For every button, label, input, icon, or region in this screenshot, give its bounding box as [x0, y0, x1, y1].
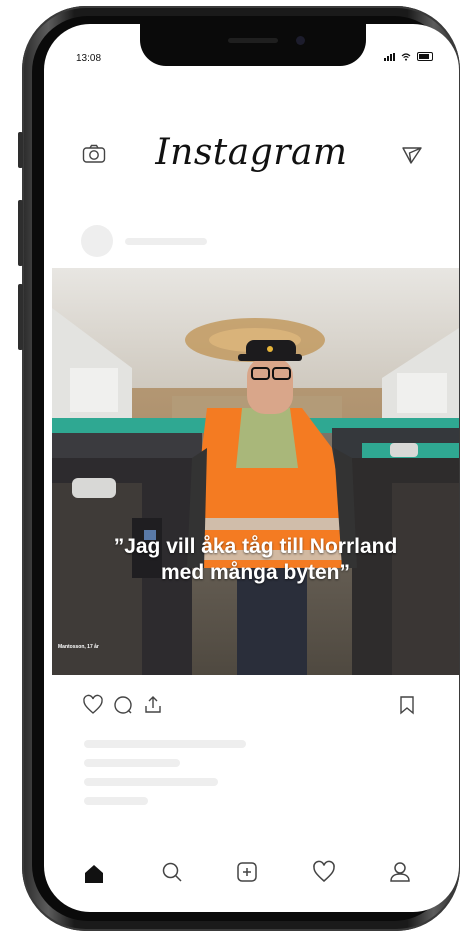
caption-placeholder	[84, 759, 180, 767]
home-icon[interactable]	[82, 862, 106, 886]
signal-icon	[384, 52, 395, 61]
status-time: 13:08	[76, 53, 102, 64]
search-icon[interactable]	[160, 860, 184, 884]
comment-icon[interactable]	[112, 694, 134, 716]
instagram-logo: Instagram	[155, 132, 348, 173]
photo-credit: Mantosson, 17 år	[58, 644, 99, 650]
profile-icon[interactable]	[388, 860, 412, 884]
status-icons	[384, 52, 433, 61]
battery-icon	[417, 52, 433, 61]
share-icon[interactable]	[142, 694, 164, 716]
likes-placeholder	[84, 740, 246, 748]
heart-icon[interactable]	[82, 694, 104, 716]
comment-placeholder	[84, 778, 218, 786]
timestamp-placeholder	[84, 797, 148, 805]
avatar[interactable]	[81, 225, 113, 257]
caption-line-2: med många byten”	[160, 561, 351, 584]
train-interior-photo	[52, 268, 459, 675]
bookmark-icon[interactable]	[396, 694, 418, 716]
post-caption-overlay: ”Jag vill åka tåg till Norrland med mång…	[52, 534, 459, 586]
speaker-grille	[228, 38, 278, 43]
mute-switch	[18, 132, 23, 168]
add-icon[interactable]	[235, 860, 259, 884]
activity-heart-icon[interactable]	[312, 860, 336, 884]
caption-line-1: ”Jag vill åka tåg till Norrland	[113, 535, 398, 558]
username-placeholder[interactable]	[125, 238, 207, 245]
notch	[140, 24, 366, 66]
volume-up-button	[18, 200, 23, 266]
front-camera	[296, 36, 305, 45]
volume-down-button	[18, 284, 23, 350]
paper-plane-icon[interactable]	[401, 144, 423, 166]
wifi-icon	[401, 52, 411, 61]
post-image[interactable]: ”Jag vill åka tåg till Norrland med mång…	[52, 268, 459, 675]
screen: 13:08 Instagram ”Jag vill åka tåg till N…	[44, 24, 459, 912]
